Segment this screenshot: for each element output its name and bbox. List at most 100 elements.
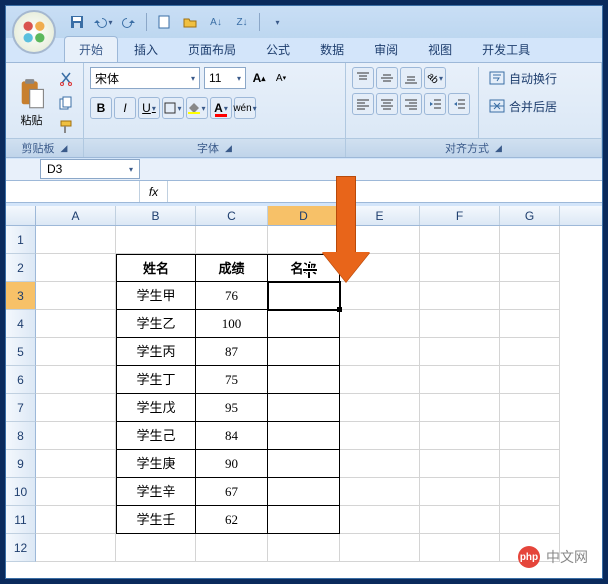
col-header-A[interactable]: A bbox=[36, 206, 116, 225]
cell[interactable] bbox=[420, 450, 500, 478]
alignment-launcher[interactable]: ◢ bbox=[495, 143, 502, 154]
cell[interactable] bbox=[268, 450, 340, 478]
row-header-12[interactable]: 12 bbox=[6, 534, 36, 562]
row-header-5[interactable]: 5 bbox=[6, 338, 36, 366]
cell[interactable]: 学生乙 bbox=[116, 310, 196, 338]
qat-customize-button[interactable]: ▾ bbox=[266, 11, 288, 33]
cell[interactable]: 学生丙 bbox=[116, 338, 196, 366]
phonetic-button[interactable]: wén▾ bbox=[234, 97, 256, 119]
row-header-10[interactable]: 10 bbox=[6, 478, 36, 506]
cell[interactable] bbox=[420, 226, 500, 254]
cell[interactable] bbox=[500, 282, 560, 310]
font-size-combo[interactable]: 11▾ bbox=[204, 67, 246, 89]
cell[interactable] bbox=[340, 478, 420, 506]
cell[interactable] bbox=[420, 478, 500, 506]
font-name-combo[interactable]: 宋体▾ bbox=[90, 67, 200, 89]
cell[interactable] bbox=[36, 394, 116, 422]
cell[interactable] bbox=[500, 506, 560, 534]
qat-open-button[interactable] bbox=[179, 11, 201, 33]
cell[interactable]: 76 bbox=[196, 282, 268, 310]
tab-home[interactable]: 开始 bbox=[64, 36, 118, 62]
cell[interactable] bbox=[340, 310, 420, 338]
row-header-1[interactable]: 1 bbox=[6, 226, 36, 254]
cell[interactable] bbox=[268, 478, 340, 506]
cell[interactable]: 100 bbox=[196, 310, 268, 338]
cell[interactable] bbox=[500, 226, 560, 254]
row-header-4[interactable]: 4 bbox=[6, 310, 36, 338]
bold-button[interactable]: B bbox=[90, 97, 112, 119]
cell[interactable] bbox=[268, 338, 340, 366]
font-color-button[interactable]: A▾ bbox=[210, 97, 232, 119]
cell[interactable] bbox=[36, 310, 116, 338]
cell[interactable] bbox=[116, 226, 196, 254]
row-header-11[interactable]: 11 bbox=[6, 506, 36, 534]
insert-function-button[interactable]: fx bbox=[140, 181, 168, 202]
cell[interactable] bbox=[36, 534, 116, 562]
col-header-C[interactable]: C bbox=[196, 206, 268, 225]
tab-formulas[interactable]: 公式 bbox=[252, 37, 304, 62]
cell[interactable] bbox=[340, 534, 420, 562]
tab-review[interactable]: 审阅 bbox=[360, 37, 412, 62]
align-top-button[interactable] bbox=[352, 67, 374, 89]
wrap-text-button[interactable]: 自动换行 bbox=[485, 67, 561, 89]
worksheet-grid[interactable]: A B C D E F G 12姓名成绩名次3学生甲764学生乙1005学生丙8… bbox=[6, 206, 602, 578]
cell[interactable] bbox=[268, 282, 340, 310]
cell[interactable] bbox=[268, 366, 340, 394]
cell[interactable] bbox=[36, 450, 116, 478]
cell[interactable] bbox=[36, 254, 116, 282]
qat-new-button[interactable] bbox=[153, 11, 175, 33]
cell[interactable] bbox=[36, 366, 116, 394]
cell[interactable] bbox=[500, 254, 560, 282]
cell[interactable]: 成绩 bbox=[196, 254, 268, 282]
tab-view[interactable]: 视图 bbox=[414, 37, 466, 62]
cell[interactable] bbox=[420, 422, 500, 450]
office-button[interactable] bbox=[12, 10, 56, 54]
tab-insert[interactable]: 插入 bbox=[120, 37, 172, 62]
border-button[interactable]: ▾ bbox=[162, 97, 184, 119]
cell[interactable] bbox=[420, 282, 500, 310]
row-header-7[interactable]: 7 bbox=[6, 394, 36, 422]
grow-font-button[interactable]: A▴ bbox=[250, 67, 268, 89]
cell[interactable]: 62 bbox=[196, 506, 268, 534]
cell[interactable] bbox=[36, 478, 116, 506]
cell[interactable] bbox=[196, 226, 268, 254]
cell[interactable]: 学生庚 bbox=[116, 450, 196, 478]
cell[interactable]: 学生戊 bbox=[116, 394, 196, 422]
col-header-B[interactable]: B bbox=[116, 206, 196, 225]
col-header-D[interactable]: D bbox=[268, 206, 340, 225]
cell[interactable] bbox=[36, 338, 116, 366]
select-all-corner[interactable] bbox=[6, 206, 36, 225]
save-button[interactable] bbox=[66, 11, 88, 33]
cell[interactable] bbox=[340, 366, 420, 394]
cell[interactable] bbox=[420, 310, 500, 338]
redo-button[interactable] bbox=[118, 11, 140, 33]
cell[interactable]: 学生壬 bbox=[116, 506, 196, 534]
cell[interactable] bbox=[196, 534, 268, 562]
cell[interactable] bbox=[340, 338, 420, 366]
decrease-indent-button[interactable] bbox=[424, 93, 446, 115]
orientation-button[interactable]: ab▾ bbox=[424, 67, 446, 89]
align-bottom-button[interactable] bbox=[400, 67, 422, 89]
cell[interactable] bbox=[268, 226, 340, 254]
clipboard-launcher[interactable]: ◢ bbox=[61, 143, 68, 154]
italic-button[interactable]: I bbox=[114, 97, 136, 119]
cell[interactable] bbox=[420, 254, 500, 282]
font-launcher[interactable]: ◢ bbox=[225, 143, 232, 154]
cell[interactable] bbox=[268, 422, 340, 450]
paste-button[interactable]: 粘贴 bbox=[12, 67, 51, 138]
cell[interactable] bbox=[340, 422, 420, 450]
cell[interactable] bbox=[500, 422, 560, 450]
cut-button[interactable] bbox=[55, 68, 77, 90]
cell[interactable] bbox=[268, 534, 340, 562]
row-header-6[interactable]: 6 bbox=[6, 366, 36, 394]
cell[interactable] bbox=[420, 534, 500, 562]
copy-button[interactable] bbox=[55, 92, 77, 114]
cell[interactable] bbox=[420, 394, 500, 422]
cell[interactable]: 95 bbox=[196, 394, 268, 422]
qat-sort-asc-button[interactable]: A↓ bbox=[205, 11, 227, 33]
name-box[interactable]: D3▾ bbox=[40, 159, 140, 179]
cell[interactable] bbox=[500, 478, 560, 506]
shrink-font-button[interactable]: A▾ bbox=[272, 67, 290, 89]
fill-color-button[interactable]: ▾ bbox=[186, 97, 208, 119]
underline-button[interactable]: U▾ bbox=[138, 97, 160, 119]
